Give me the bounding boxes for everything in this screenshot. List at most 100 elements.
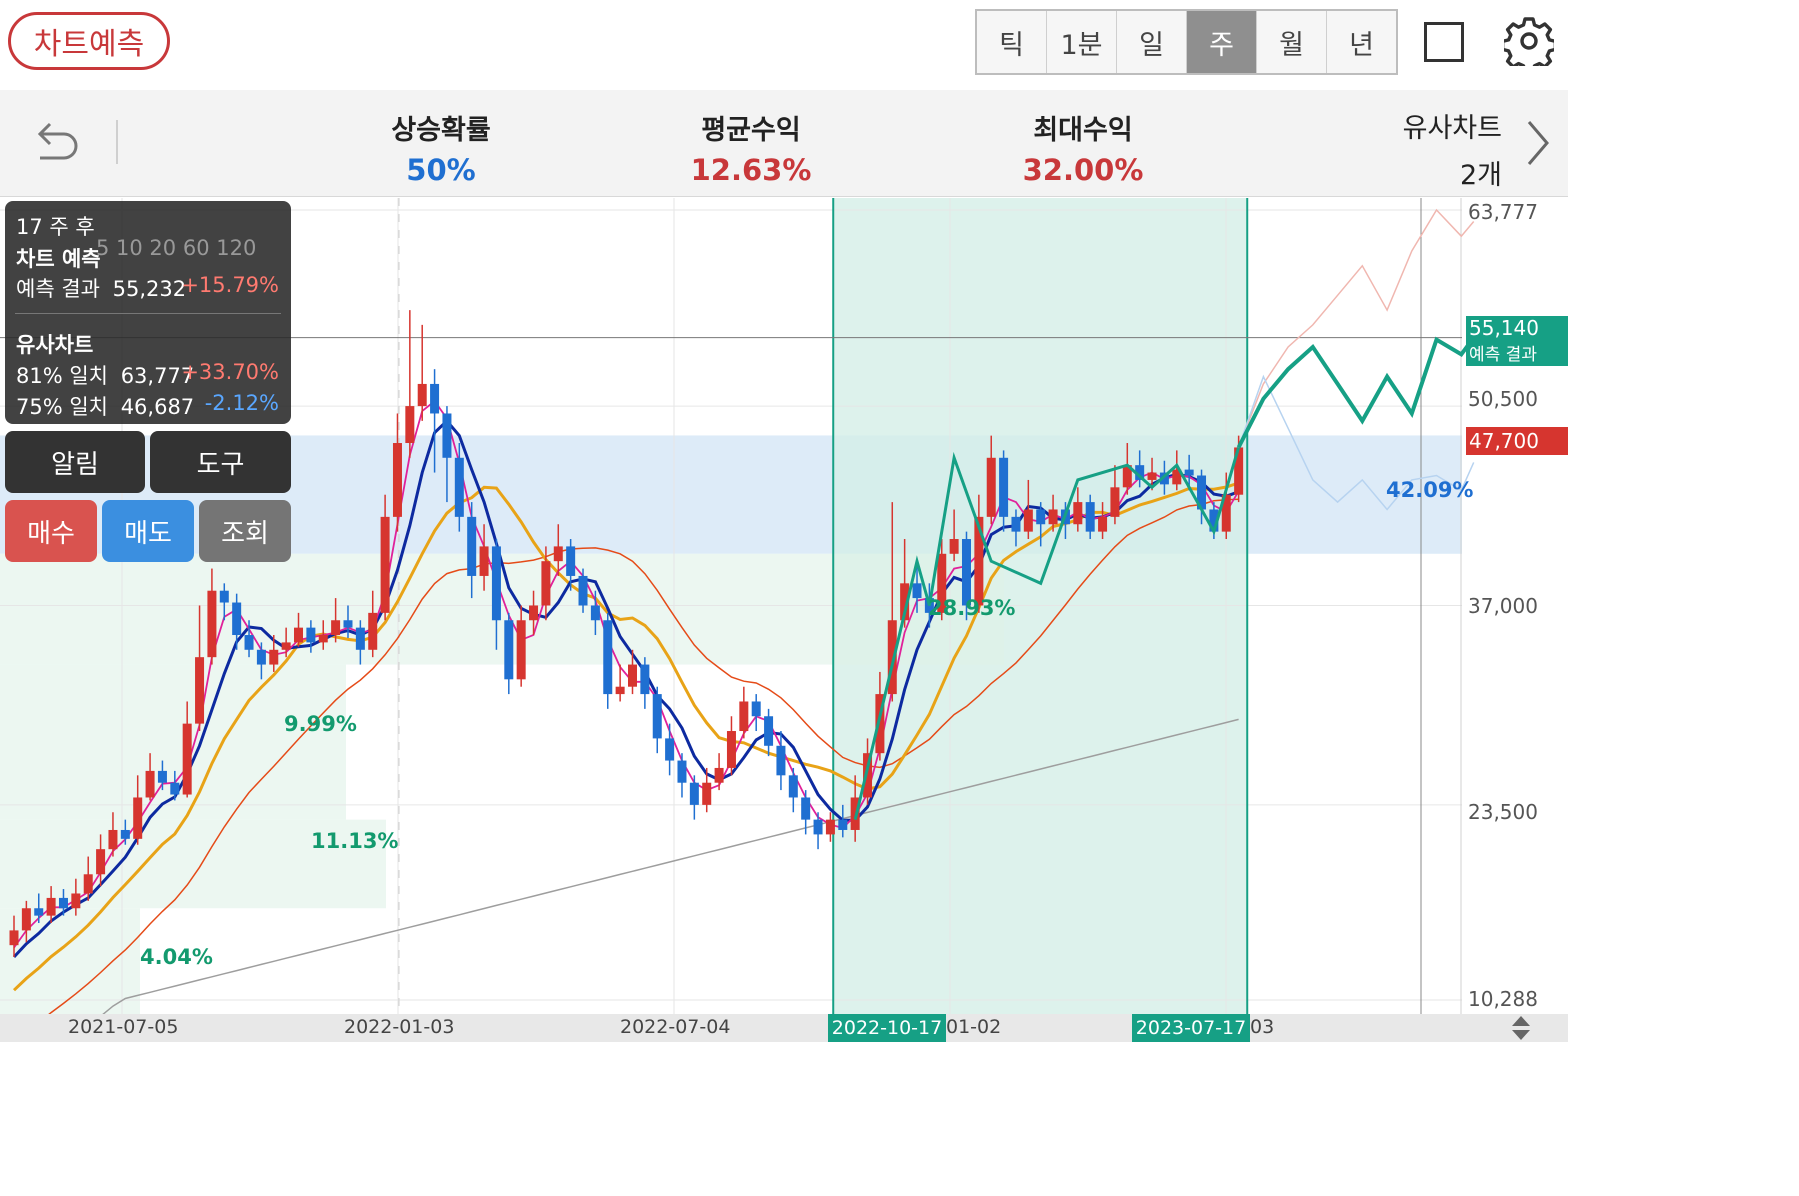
x-tick: 01-02 <box>946 1016 1002 1038</box>
candle <box>999 457 1009 517</box>
candle <box>306 627 316 643</box>
candle <box>256 649 266 665</box>
candle <box>603 620 613 695</box>
buy-button[interactable]: 매수 <box>5 500 97 562</box>
prediction-path <box>1236 336 1476 449</box>
x-axis-bar <box>0 1014 1568 1042</box>
candle <box>1085 502 1095 532</box>
candle <box>677 760 687 783</box>
y-tick: 63,777 <box>1468 200 1538 224</box>
divider <box>116 120 118 164</box>
candle <box>96 849 106 875</box>
candle <box>813 819 823 835</box>
highlight-start-date: 2022-10-17 <box>828 1014 946 1042</box>
candle <box>615 686 625 695</box>
x-tick: 03 <box>1250 1016 1275 1038</box>
candle <box>566 546 576 576</box>
candle <box>355 627 365 650</box>
sell-button[interactable]: 매도 <box>102 500 194 562</box>
predict-price-label: 예측 결과 <box>1469 345 1537 365</box>
region-percent: 9.99% <box>284 712 357 736</box>
undo-icon[interactable] <box>30 116 82 168</box>
candle <box>1011 516 1021 532</box>
zone-percent: 42.09% <box>1386 478 1474 502</box>
candle <box>726 731 736 768</box>
candle <box>541 561 551 606</box>
region-percent: 28.93% <box>928 596 1016 620</box>
similar-chart-value: 2개 <box>1459 160 1502 191</box>
candle <box>120 829 130 839</box>
candle <box>281 642 291 650</box>
max-return-value: 32.00% <box>1022 153 1144 187</box>
period-month[interactable]: 월 <box>1257 11 1327 73</box>
tools-button[interactable]: 도구 <box>150 431 291 493</box>
period-1min[interactable]: 1분 <box>1047 11 1117 73</box>
candle <box>479 546 489 576</box>
candle <box>652 694 662 739</box>
candle <box>331 620 341 636</box>
candle <box>405 406 415 444</box>
candle <box>1184 469 1194 476</box>
period-selector: 틱 1분 일 주 월 년 <box>975 9 1398 75</box>
info-overlay: 17 주 후 차트 예측 예측 결과 55,232 +15.79% 유사차트 8… <box>5 201 291 424</box>
candle <box>801 797 811 820</box>
x-tick: 2021-07-05 <box>68 1016 179 1038</box>
candle <box>689 782 699 805</box>
period-day[interactable]: 일 <box>1117 11 1187 73</box>
predict-title: 차트 예측 <box>16 247 101 271</box>
candle <box>628 664 637 687</box>
sim2-row: 75% 일치 46,687 <box>16 391 194 421</box>
candle <box>739 701 749 732</box>
candle <box>207 590 217 658</box>
avg-return-value: 12.63% <box>690 153 812 187</box>
candle <box>294 627 304 643</box>
similar-chart-count[interactable]: 유사차트 2개 <box>1403 106 1502 192</box>
candle <box>986 457 996 517</box>
axis-scale-icon[interactable] <box>1508 1014 1534 1042</box>
candle <box>776 745 786 776</box>
y-tick: 50,500 <box>1468 387 1538 411</box>
lookup-button[interactable]: 조회 <box>199 500 291 562</box>
candle <box>244 635 254 650</box>
predict-price-value: 55,140 <box>1469 316 1539 340</box>
candle <box>108 829 118 850</box>
candle <box>380 516 390 613</box>
chart-predict-button[interactable]: 차트예측 <box>8 12 170 70</box>
gear-icon[interactable] <box>1504 16 1554 66</box>
period-tick[interactable]: 틱 <box>977 11 1047 73</box>
similar-chart-label: 유사차트 <box>1402 113 1502 144</box>
candle <box>1073 502 1083 525</box>
candle <box>71 893 81 909</box>
candle <box>58 897 68 909</box>
candle <box>318 635 328 643</box>
candle <box>232 602 242 636</box>
rise-prob-label: 상승확률 <box>391 115 491 146</box>
region-percent: 11.13% <box>311 829 399 853</box>
candle <box>1098 516 1108 532</box>
candle <box>83 874 93 894</box>
candle <box>145 770 155 798</box>
candle <box>34 908 44 916</box>
candle <box>578 575 588 606</box>
avg-return-label: 평균수익 <box>701 115 801 146</box>
candle <box>46 897 56 916</box>
x-tick: 2022-07-04 <box>620 1016 731 1038</box>
region-box <box>0 553 1004 665</box>
alert-button[interactable]: 알림 <box>5 431 145 493</box>
square-icon[interactable] <box>1424 22 1464 62</box>
candle <box>764 716 774 746</box>
candle <box>9 930 19 946</box>
candle <box>1048 509 1058 525</box>
period-year[interactable]: 년 <box>1327 11 1396 73</box>
candle <box>417 383 427 407</box>
ma-legend: 5 10 20 60 120 <box>96 236 257 260</box>
candle <box>553 546 563 562</box>
candle <box>219 590 229 603</box>
predict-row: 예측 결과 55,232 <box>16 273 186 303</box>
candle <box>368 612 378 650</box>
rise-prob-value: 50% <box>406 153 476 187</box>
chevron-right-icon[interactable] <box>1524 118 1552 168</box>
candle <box>343 620 353 628</box>
period-week[interactable]: 주 <box>1187 11 1257 73</box>
x-tick: 2022-01-03 <box>344 1016 455 1038</box>
